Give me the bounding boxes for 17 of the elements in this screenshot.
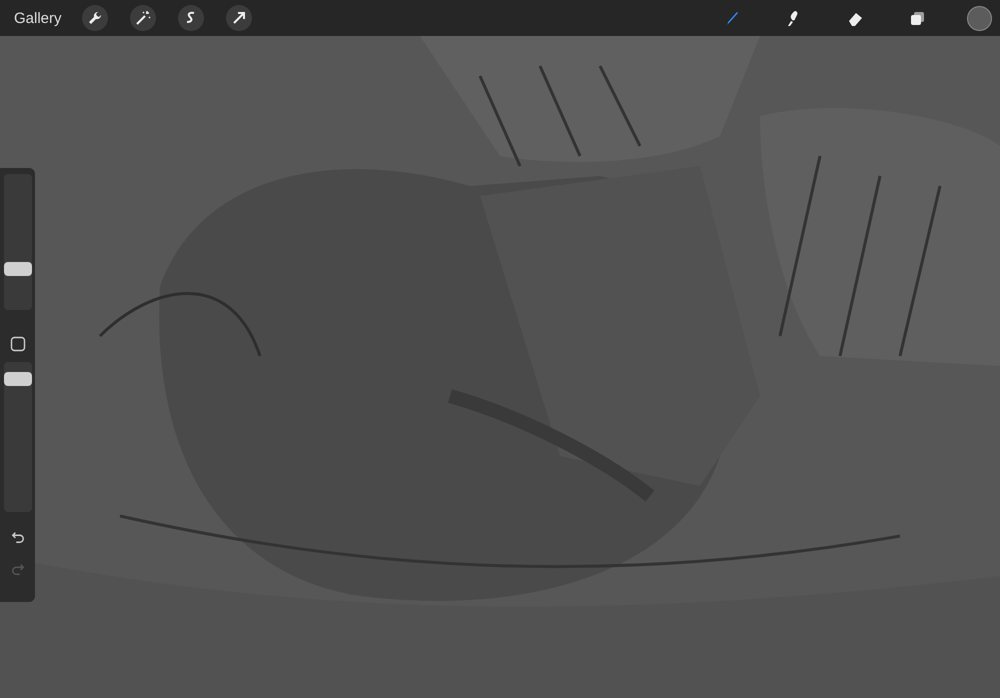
magic-wand-icon: [134, 9, 152, 27]
magic-wand-button[interactable]: [130, 5, 156, 31]
arrow-button[interactable]: [226, 5, 252, 31]
wrench-button[interactable]: [82, 5, 108, 31]
modify-button[interactable]: [10, 336, 26, 352]
slider-handle[interactable]: [4, 262, 32, 276]
color-swatch[interactable]: [967, 6, 992, 30]
slider-handle[interactable]: [4, 372, 32, 386]
undo-button[interactable]: [10, 530, 24, 544]
redo-icon: [10, 562, 24, 576]
square-icon: [10, 336, 26, 352]
undo-icon: [10, 530, 24, 544]
selection-button[interactable]: [178, 5, 204, 31]
layers-icon: [908, 9, 926, 27]
gallery-button[interactable]: Gallery: [12, 8, 64, 28]
slider-track[interactable]: [4, 174, 32, 310]
slider-track[interactable]: [4, 362, 32, 512]
